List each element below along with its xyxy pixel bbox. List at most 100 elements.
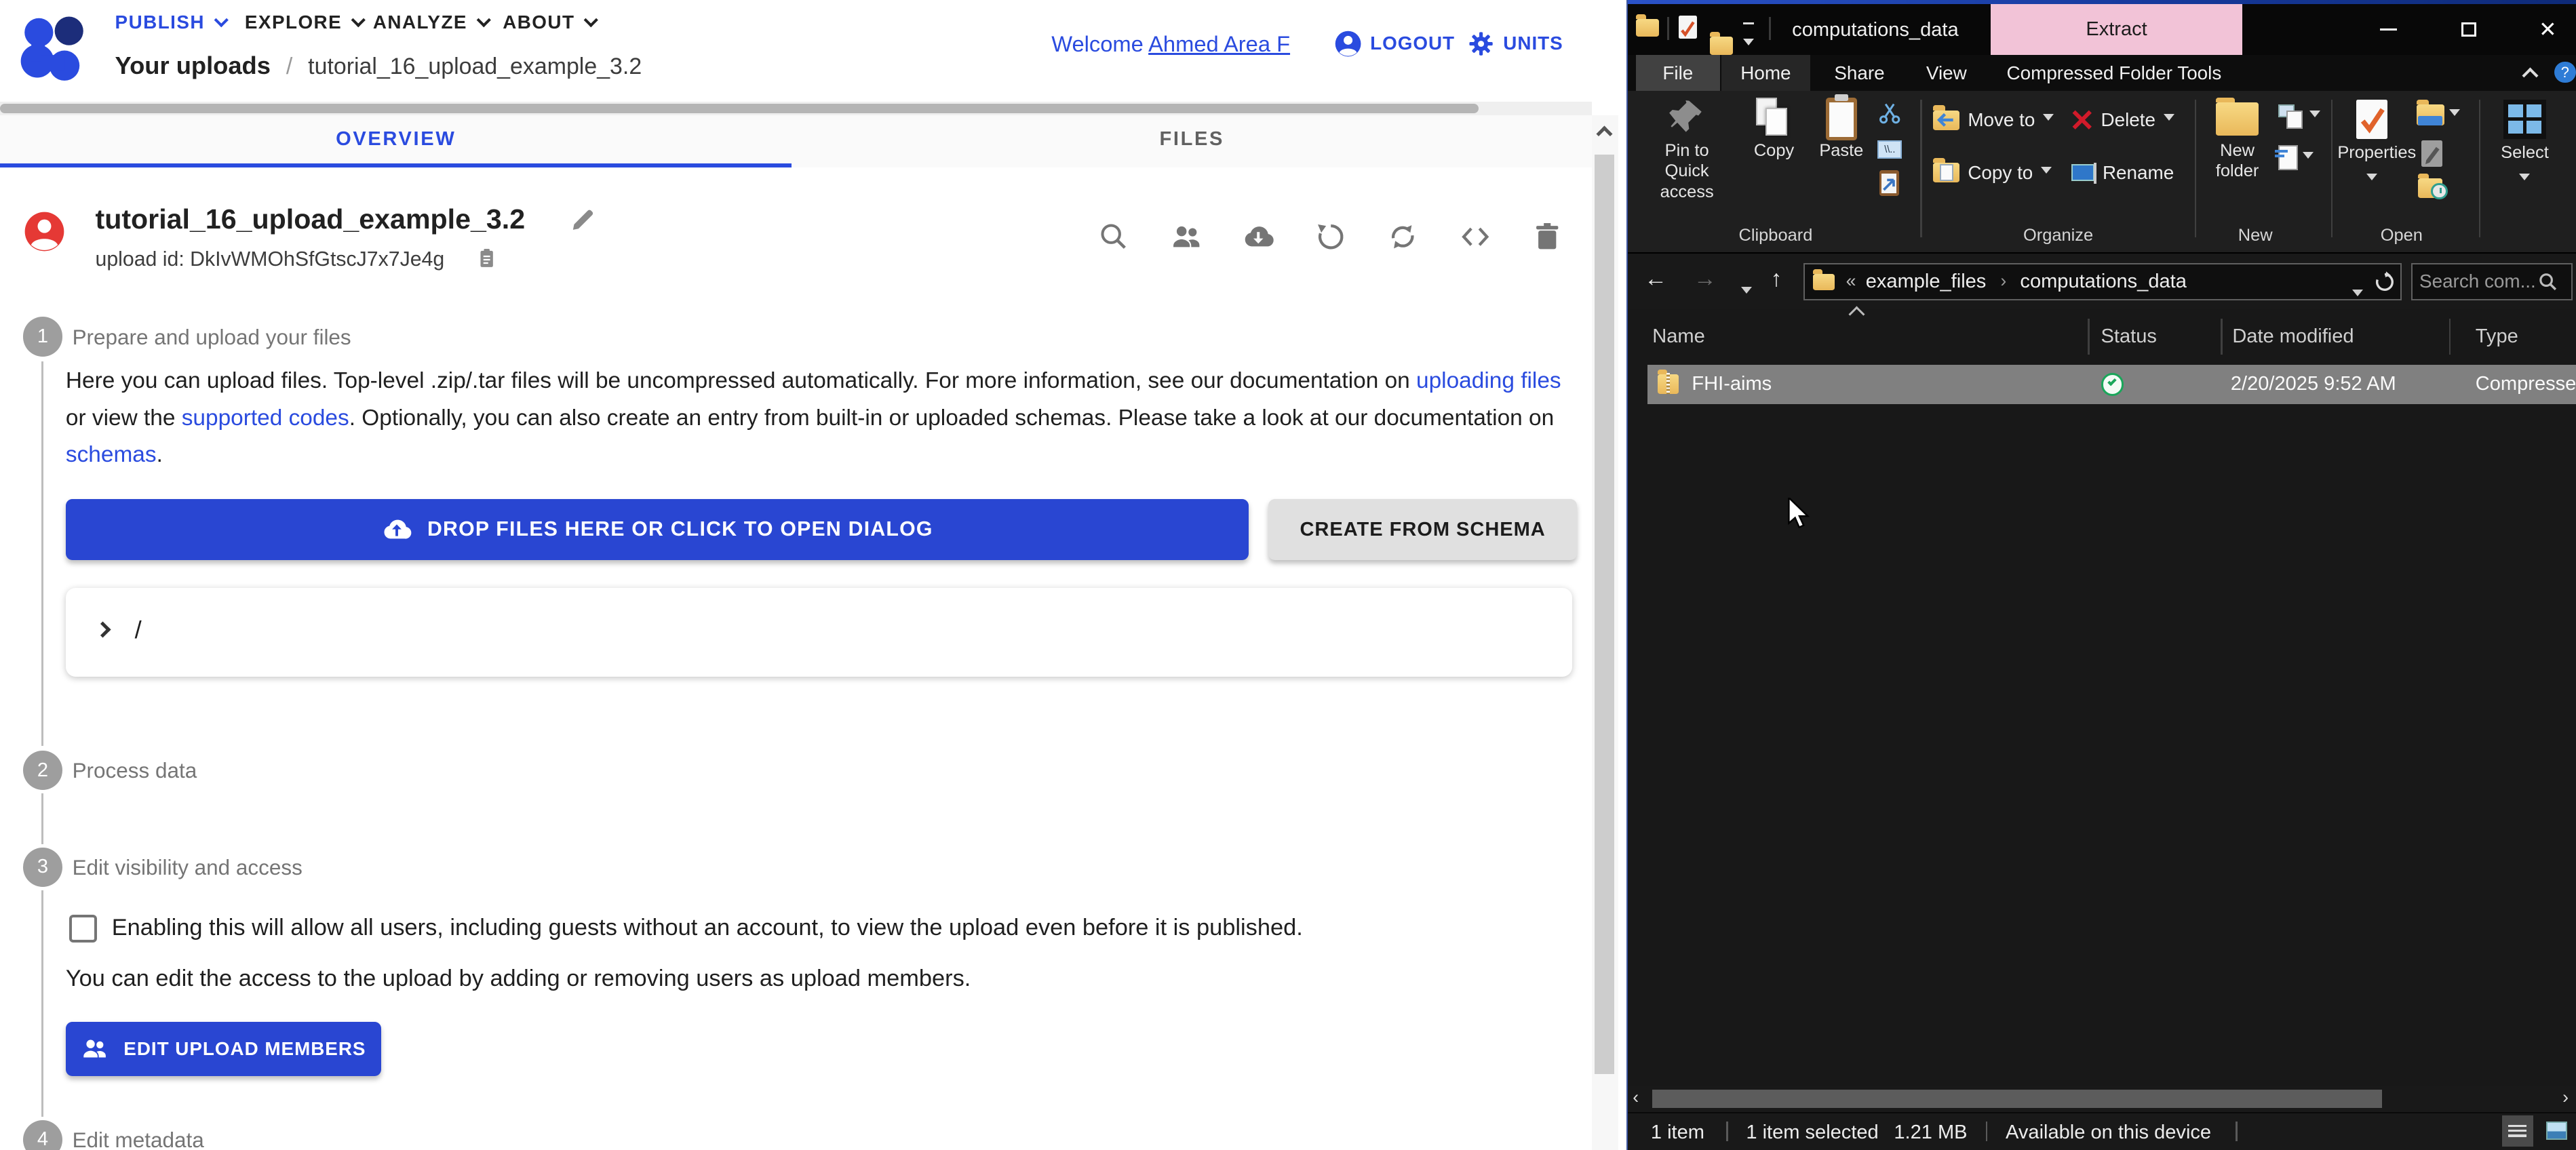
new-item-button[interactable] bbox=[2278, 104, 2320, 129]
supported-codes-link[interactable]: supported codes bbox=[182, 405, 349, 431]
paste-button[interactable]: Paste bbox=[1812, 98, 1871, 161]
forward-icon[interactable]: → bbox=[1694, 266, 1717, 292]
edit-button[interactable] bbox=[2421, 140, 2442, 167]
quick-access-folder-icon[interactable] bbox=[1636, 19, 1659, 37]
address-bar[interactable]: « example_files › computations_data bbox=[1803, 263, 2402, 301]
create-from-schema-button[interactable]: CREATE FROM SCHEMA bbox=[1268, 499, 1577, 560]
help-text-seg: . bbox=[157, 442, 163, 467]
menu-home[interactable]: Home bbox=[1721, 55, 1810, 91]
delete-icon[interactable] bbox=[1531, 220, 1563, 253]
column-type[interactable]: Type bbox=[2476, 325, 2518, 348]
cut-button[interactable] bbox=[1877, 101, 1902, 132]
user-link[interactable]: Ahmed Area F bbox=[1148, 31, 1290, 56]
horizontal-scrollbar[interactable] bbox=[0, 102, 1592, 115]
nav-analyze[interactable]: ANALYZE bbox=[373, 12, 489, 33]
search-icon[interactable] bbox=[1097, 220, 1130, 253]
collapse-ribbon-icon[interactable] bbox=[2522, 67, 2539, 83]
address-dropdown-icon[interactable] bbox=[2352, 279, 2363, 309]
rename-label: Rename bbox=[2103, 162, 2174, 184]
menu-compressed-folder-tools[interactable]: Compressed Folder Tools bbox=[1999, 55, 2229, 91]
horizontal-scrollbar[interactable]: ‹ › bbox=[1628, 1086, 2576, 1112]
thumbnail-view-button[interactable] bbox=[2541, 1115, 2573, 1147]
file-tree-root[interactable]: / bbox=[135, 616, 142, 644]
quick-access-properties-icon[interactable] bbox=[1679, 16, 1697, 39]
pin-to-quick-access-button[interactable]: Pin to Quickaccess bbox=[1641, 98, 1733, 202]
column-date-modified[interactable]: Date modified bbox=[2232, 325, 2354, 348]
nav-explore[interactable]: EXPLORE bbox=[245, 12, 364, 33]
column-status[interactable]: Status bbox=[2101, 325, 2157, 348]
edit-title-pencil-icon[interactable] bbox=[570, 207, 596, 233]
menu-share[interactable]: Share bbox=[1818, 55, 1900, 91]
nav-publish[interactable]: PUBLISH bbox=[115, 12, 227, 33]
reload-icon[interactable] bbox=[1314, 220, 1347, 253]
open-button[interactable] bbox=[2417, 104, 2460, 125]
scroll-left-icon[interactable]: ‹ bbox=[1633, 1087, 1639, 1108]
breadcrumb-root[interactable]: Your uploads bbox=[115, 52, 271, 79]
upload-id: upload id: DkIvWMOhSfGtscJ7x7Je4g bbox=[95, 248, 444, 271]
paste-shortcut-button[interactable] bbox=[1879, 170, 1899, 197]
rename-button[interactable]: Rename bbox=[2071, 162, 2174, 184]
recent-locations-icon[interactable] bbox=[1741, 276, 1752, 306]
members-icon[interactable] bbox=[1170, 220, 1203, 253]
title-bar[interactable]: computations_data Extract ✕ bbox=[1628, 4, 2576, 55]
move-to-button[interactable]: Move to bbox=[1933, 109, 2054, 131]
cloud-upload-icon bbox=[381, 514, 412, 545]
copy-to-button[interactable]: Copy to bbox=[1933, 162, 2052, 184]
vertical-scrollbar[interactable] bbox=[1592, 115, 1618, 1150]
search-input[interactable] bbox=[2419, 271, 2537, 292]
delete-button[interactable]: Delete bbox=[2071, 109, 2174, 131]
edit-upload-members-button[interactable]: EDIT UPLOAD MEMBERS bbox=[66, 1022, 381, 1076]
separator[interactable] bbox=[2088, 319, 2089, 355]
crumb-ellipsis-icon[interactable]: « bbox=[1846, 271, 1856, 292]
menu-view[interactable]: View bbox=[1909, 55, 1984, 91]
api-icon[interactable] bbox=[1459, 220, 1491, 253]
tab-overview[interactable]: OVERVIEW bbox=[0, 128, 792, 151]
menu-file[interactable]: File bbox=[1636, 55, 1720, 91]
up-icon[interactable]: ↑ bbox=[1771, 266, 1782, 292]
vertical-scrollbar-thumb[interactable] bbox=[1595, 155, 1614, 1074]
download-files-icon[interactable] bbox=[1242, 220, 1274, 253]
extract-context-tab[interactable]: Extract bbox=[1991, 4, 2242, 55]
logout-button[interactable]: LOGOUT bbox=[1334, 30, 1455, 58]
copy-id-icon[interactable] bbox=[475, 246, 498, 271]
step-4-label: Edit metadata bbox=[73, 1128, 204, 1150]
visibility-checkbox[interactable] bbox=[69, 915, 97, 943]
maximize-button[interactable] bbox=[2444, 4, 2494, 55]
minimize-button[interactable] bbox=[2364, 4, 2413, 55]
copy-button[interactable]: Copy bbox=[1744, 98, 1803, 161]
details-view-button[interactable] bbox=[2502, 1115, 2533, 1147]
search-box[interactable] bbox=[2411, 263, 2572, 301]
back-icon[interactable]: ← bbox=[1644, 266, 1667, 292]
separator[interactable] bbox=[2449, 319, 2451, 355]
select-button[interactable]: Select bbox=[2489, 98, 2561, 193]
history-button[interactable] bbox=[2418, 178, 2442, 198]
schemas-link[interactable]: schemas bbox=[66, 442, 157, 467]
scroll-up-icon[interactable] bbox=[1596, 125, 1612, 142]
easy-access-button[interactable] bbox=[2278, 145, 2314, 170]
drop-files-button[interactable]: DROP FILES HERE OR CLICK TO OPEN DIALOG bbox=[66, 499, 1249, 560]
file-row-fhi-aims[interactable]: FHI-aims 2/20/2025 9:52 AM Compresse bbox=[1647, 365, 2576, 404]
expand-root-icon[interactable] bbox=[94, 622, 111, 638]
column-name[interactable]: Name bbox=[1652, 325, 1704, 348]
separator[interactable] bbox=[2221, 319, 2222, 355]
scroll-right-icon[interactable]: › bbox=[2562, 1087, 2569, 1108]
copy-path-button[interactable]: \\.. bbox=[1877, 140, 1902, 159]
help-icon[interactable]: ? bbox=[2554, 62, 2575, 83]
tab-files[interactable]: FILES bbox=[792, 128, 1592, 151]
breadcrumb-example-files[interactable]: example_files bbox=[1866, 271, 1987, 293]
nav-about[interactable]: ABOUT bbox=[503, 12, 596, 33]
horizontal-scrollbar-thumb[interactable] bbox=[1652, 1090, 2381, 1108]
open-folder-icon bbox=[2417, 104, 2444, 125]
reprocess-icon[interactable] bbox=[1386, 220, 1419, 253]
close-button[interactable]: ✕ bbox=[2523, 4, 2573, 55]
breadcrumb-computations-data[interactable]: computations_data bbox=[2020, 271, 2186, 293]
refresh-icon[interactable] bbox=[2373, 271, 2396, 294]
quick-access-dropdown-icon[interactable] bbox=[1743, 22, 1755, 58]
units-button[interactable]: UNITS bbox=[1467, 30, 1563, 58]
properties-button[interactable]: Properties bbox=[2337, 98, 2406, 193]
horizontal-scrollbar-thumb[interactable] bbox=[0, 104, 1479, 114]
uploading-files-link[interactable]: uploading files bbox=[1416, 368, 1561, 393]
new-folder-button[interactable]: Newfolder bbox=[2203, 98, 2272, 182]
quick-access-new-folder-icon[interactable] bbox=[1710, 37, 1733, 55]
step-4-badge: 4 bbox=[23, 1120, 62, 1150]
